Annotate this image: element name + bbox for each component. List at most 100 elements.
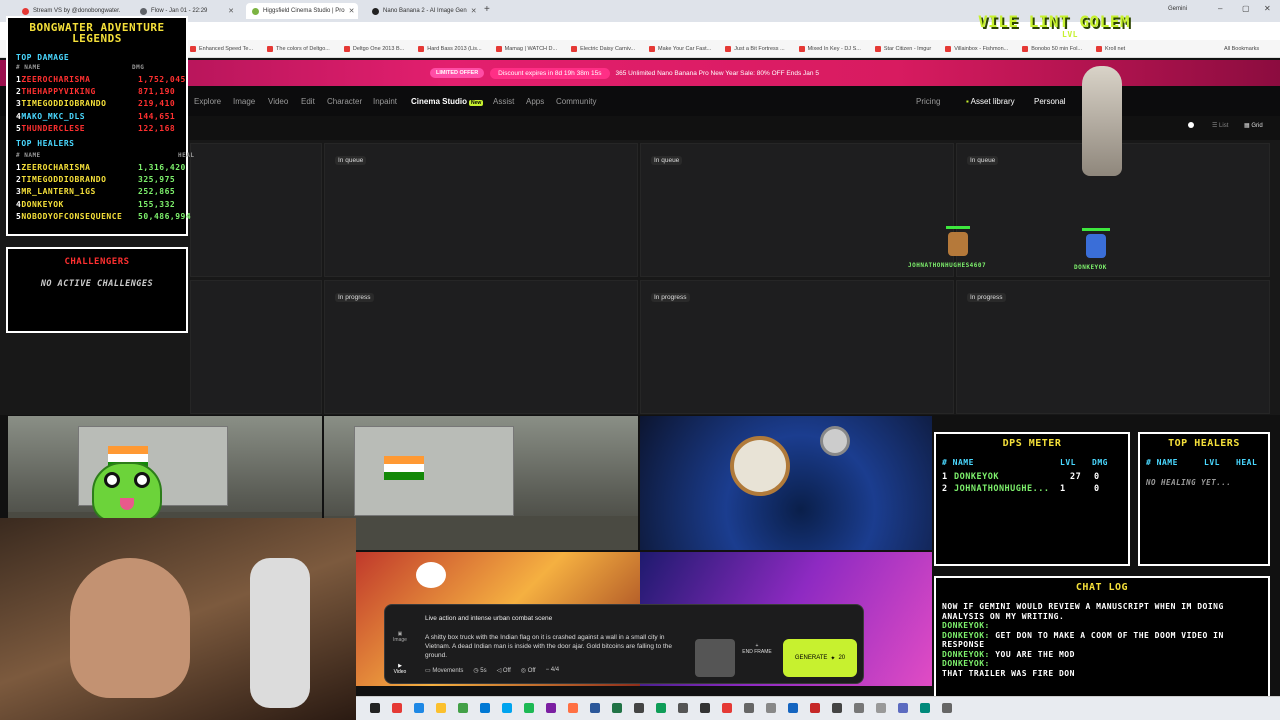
player-name: ZEEROCHARISMA [21, 75, 91, 84]
generation-card[interactable]: In queue [640, 143, 954, 277]
taskbar-app-icon[interactable] [678, 703, 688, 713]
player-sprite [1086, 234, 1106, 258]
bookmark-item[interactable]: Mixed In Key - DJ S... [798, 45, 861, 52]
nav-character[interactable]: Character [327, 97, 362, 106]
close-icon[interactable]: ✕ [349, 7, 355, 15]
bookmark-item[interactable]: Star Citizen - Imgur [874, 45, 931, 52]
bookmark-item[interactable]: The colors of Deltgo... [267, 45, 330, 52]
browser-tab[interactable]: Nano Banana 2 - AI Image Gen ✕ [366, 3, 478, 19]
end-frame-button[interactable]: + END FRAME [739, 643, 775, 655]
taskbar-app-icon[interactable] [920, 703, 930, 713]
generation-card[interactable]: In progress [324, 280, 638, 414]
leaderboard-row: 1ZEEROCHARISMA 1,316,420 [16, 162, 185, 174]
browser-tab-active[interactable]: Higgsfield Cinema Studio | Pro ✕ [246, 3, 358, 19]
generation-card[interactable]: In progress [640, 280, 954, 414]
bookmark-item[interactable]: Deltgo One 2013 B... [343, 45, 404, 52]
taskbar-app-icon[interactable] [788, 703, 798, 713]
nav-pricing[interactable]: Pricing [916, 97, 940, 106]
maximize-icon[interactable]: ▢ [1242, 4, 1250, 13]
bookmark-item[interactable]: Mamag | WATCH D... [495, 45, 557, 52]
asset-library-button[interactable]: ▪ Asset library [966, 97, 1015, 106]
window-close-icon[interactable]: ✕ [1264, 4, 1271, 13]
taskbar-app-icon[interactable] [370, 703, 380, 713]
limited-offer-badge: LIMITED OFFER [430, 68, 485, 78]
generate-button[interactable]: GENERATE ✦ 20 [783, 639, 857, 677]
taskbar-app-icon[interactable] [568, 703, 578, 713]
nav-explore[interactable]: Explore [194, 97, 221, 106]
taskbar-app-icon[interactable] [634, 703, 644, 713]
taskbar-app-icon[interactable] [876, 703, 886, 713]
taskbar-app-icon[interactable] [722, 703, 732, 713]
taskbar-app-icon[interactable] [502, 703, 512, 713]
taskbar-app-icon[interactable] [700, 703, 710, 713]
frog-tongue [120, 498, 134, 510]
nav-edit[interactable]: Edit [301, 97, 315, 106]
generation-card[interactable] [190, 280, 322, 414]
promo-text[interactable]: 365 Unlimited Nano Banana Pro New Year S… [616, 70, 819, 77]
mode-image-tab[interactable]: ▣ Image [391, 631, 409, 643]
nav-assist[interactable]: Assist [493, 97, 514, 106]
generation-card[interactable] [190, 143, 322, 277]
view-grid-button[interactable]: ▦ Grid [1244, 122, 1263, 129]
batch-count-stepper[interactable]: − 4/4 [546, 667, 560, 674]
new-tab-button[interactable]: + [484, 4, 490, 15]
column-header-name: # NAME [1146, 458, 1178, 467]
generation-grid: In queue In queue In queue In progress I… [0, 140, 1280, 415]
column-header-name: # NAME [16, 152, 41, 159]
bookmark-item[interactable]: Kroll net [1096, 45, 1125, 52]
toggle-dot[interactable] [1188, 122, 1194, 128]
bookmark-item[interactable]: Bonobo 50 min Fol... [1022, 45, 1082, 52]
egg-shape [416, 562, 446, 588]
personal-workspace-select[interactable]: Personal [1034, 97, 1066, 106]
prompt-textarea[interactable]: A shitty box truck with the Indian flag … [425, 633, 685, 660]
taskbar-app-icon[interactable] [414, 703, 424, 713]
minimize-icon[interactable]: – [1218, 4, 1222, 13]
taskbar-app-icon[interactable] [744, 703, 754, 713]
generation-card[interactable]: In queue [324, 143, 638, 277]
generation-card[interactable]: In progress [956, 280, 1270, 414]
camera-chip[interactable]: ◎ Off [521, 667, 536, 674]
prompt-title[interactable]: Live action and intense urban combat sce… [425, 615, 552, 622]
start-frame-thumbnail[interactable] [695, 639, 735, 677]
nav-video[interactable]: Video [268, 97, 288, 106]
taskbar-app-icon[interactable] [898, 703, 908, 713]
taskbar-app-icon[interactable] [392, 703, 402, 713]
nav-inpaint[interactable]: Inpaint [373, 97, 397, 106]
all-bookmarks-link[interactable]: All Bookmarks [1224, 46, 1259, 52]
gemini-button[interactable]: Gemini [1168, 6, 1187, 12]
taskbar-app-icon[interactable] [810, 703, 820, 713]
taskbar-app-icon[interactable] [942, 703, 952, 713]
duration-chip[interactable]: ◷ 5s [473, 667, 486, 674]
taskbar-app-icon[interactable] [854, 703, 864, 713]
taskbar-app-icon[interactable] [832, 703, 842, 713]
bookmark-item[interactable]: Villainbox - Fishmon... [945, 45, 1008, 52]
movements-chip[interactable]: ▭ Movements [425, 667, 463, 674]
taskbar-app-icon[interactable] [612, 703, 622, 713]
taskbar-app-icon[interactable] [458, 703, 468, 713]
bookmark-item[interactable]: Just a Bit Fortress ... [725, 45, 785, 52]
bookmark-item[interactable]: Hard Bass 2013 (Lis... [418, 45, 482, 52]
taskbar-app-icon[interactable] [766, 703, 776, 713]
view-list-button[interactable]: ☰ List [1212, 122, 1228, 129]
nav-cinema-studio[interactable]: Cinema Studio New [411, 97, 484, 106]
mode-video-tab[interactable]: ▶ Video [391, 663, 409, 675]
status-badge: In queue [967, 156, 999, 165]
bookmark-item[interactable]: Enhanced Speed Te... [190, 45, 253, 52]
taskbar-app-icon[interactable] [524, 703, 534, 713]
bookmark-item[interactable]: Make Your Car Fast... [649, 45, 711, 52]
nav-community[interactable]: Community [556, 97, 596, 106]
taskbar-app-icon[interactable] [436, 703, 446, 713]
bookmark-item[interactable]: Electric Daisy Carniv... [571, 45, 635, 52]
nav-apps[interactable]: Apps [526, 97, 544, 106]
taskbar-app-icon[interactable] [590, 703, 600, 713]
taskbar-app-icon[interactable] [656, 703, 666, 713]
taskbar-app-icon[interactable] [546, 703, 556, 713]
streamer-face [70, 558, 190, 698]
generated-image-truck-2[interactable] [324, 416, 638, 550]
generated-image-watches[interactable] [640, 416, 932, 550]
taskbar-app-icon[interactable] [480, 703, 490, 713]
close-icon[interactable]: ✕ [471, 7, 477, 15]
audio-chip[interactable]: ◁ Off [497, 667, 511, 674]
close-icon[interactable]: ✕ [228, 7, 234, 15]
nav-image[interactable]: Image [233, 97, 255, 106]
